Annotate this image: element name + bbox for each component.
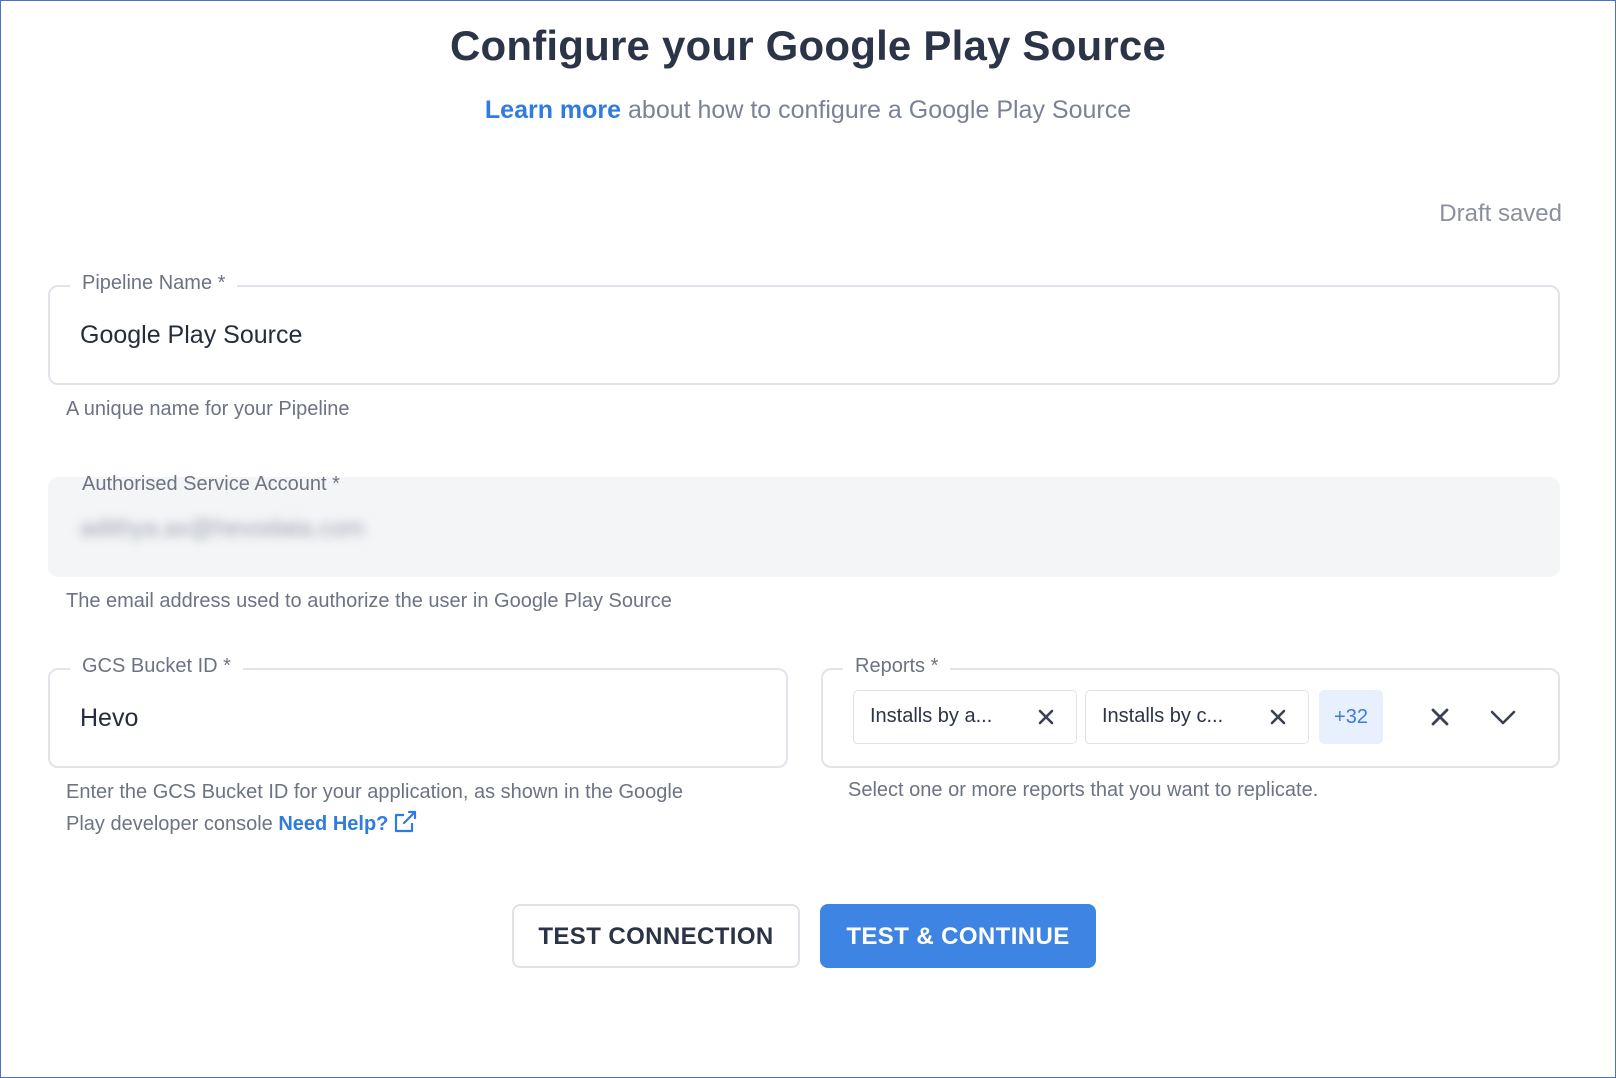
pipeline-name-label: Pipeline Name *	[70, 272, 238, 295]
gcs-bucket-hint-line1: Enter the GCS Bucket ID for your applica…	[66, 781, 683, 803]
gcs-bucket-input[interactable]: Hevo	[80, 704, 138, 733]
learn-more-link[interactable]: Learn more	[485, 96, 621, 124]
service-account-hint: The email address used to authorize the …	[66, 590, 672, 612]
service-account-field: Authorised Service Account * adithya.ax@…	[48, 473, 1560, 577]
draft-status: Draft saved	[1439, 200, 1562, 227]
service-account-label: Authorised Service Account *	[82, 473, 340, 495]
more-reports-badge[interactable]: +32	[1319, 690, 1383, 744]
clear-selection-icon[interactable]	[1429, 706, 1451, 728]
reports-label: Reports *	[843, 655, 951, 678]
gcs-bucket-hint: Enter the GCS Bucket ID for your applica…	[66, 776, 786, 840]
gcs-bucket-field[interactable]: GCS Bucket ID * Hevo	[48, 655, 788, 768]
reports-hint: Select one or more reports that you want…	[848, 779, 1319, 801]
pipeline-name-field[interactable]: Pipeline Name * Google Play Source	[48, 272, 1560, 385]
page-subtitle: Learn more about how to configure a Goog…	[0, 96, 1616, 125]
reports-field[interactable]: Reports * Installs by a... Installs by c…	[821, 655, 1560, 768]
report-chip[interactable]: Installs by a...	[853, 690, 1077, 744]
test-connection-button[interactable]: TEST CONNECTION	[512, 904, 800, 968]
pipeline-name-hint: A unique name for your Pipeline	[66, 398, 350, 420]
need-help-link[interactable]: Need Help?	[278, 813, 388, 835]
report-chip-label: Installs by a...	[870, 705, 993, 727]
external-link-icon[interactable]	[392, 809, 418, 835]
test-continue-button[interactable]: TEST & CONTINUE	[820, 904, 1096, 968]
gcs-bucket-hint-line2: Play developer console Need Help?	[66, 808, 786, 840]
remove-chip-icon[interactable]	[1036, 707, 1056, 727]
pipeline-name-input[interactable]: Google Play Source	[80, 321, 302, 350]
gcs-bucket-label: GCS Bucket ID *	[70, 655, 243, 678]
report-chip[interactable]: Installs by c...	[1085, 690, 1309, 744]
subtitle-text: about how to configure a Google Play Sou…	[621, 96, 1132, 124]
report-chip-label: Installs by c...	[1102, 705, 1224, 727]
gcs-bucket-hint-text: Play developer console	[66, 813, 279, 835]
service-account-value: adithya.ax@hevodata.com	[80, 515, 365, 542]
page-title: Configure your Google Play Source	[449, 22, 1167, 69]
chevron-down-icon[interactable]	[1489, 706, 1517, 728]
remove-chip-icon[interactable]	[1268, 707, 1288, 727]
